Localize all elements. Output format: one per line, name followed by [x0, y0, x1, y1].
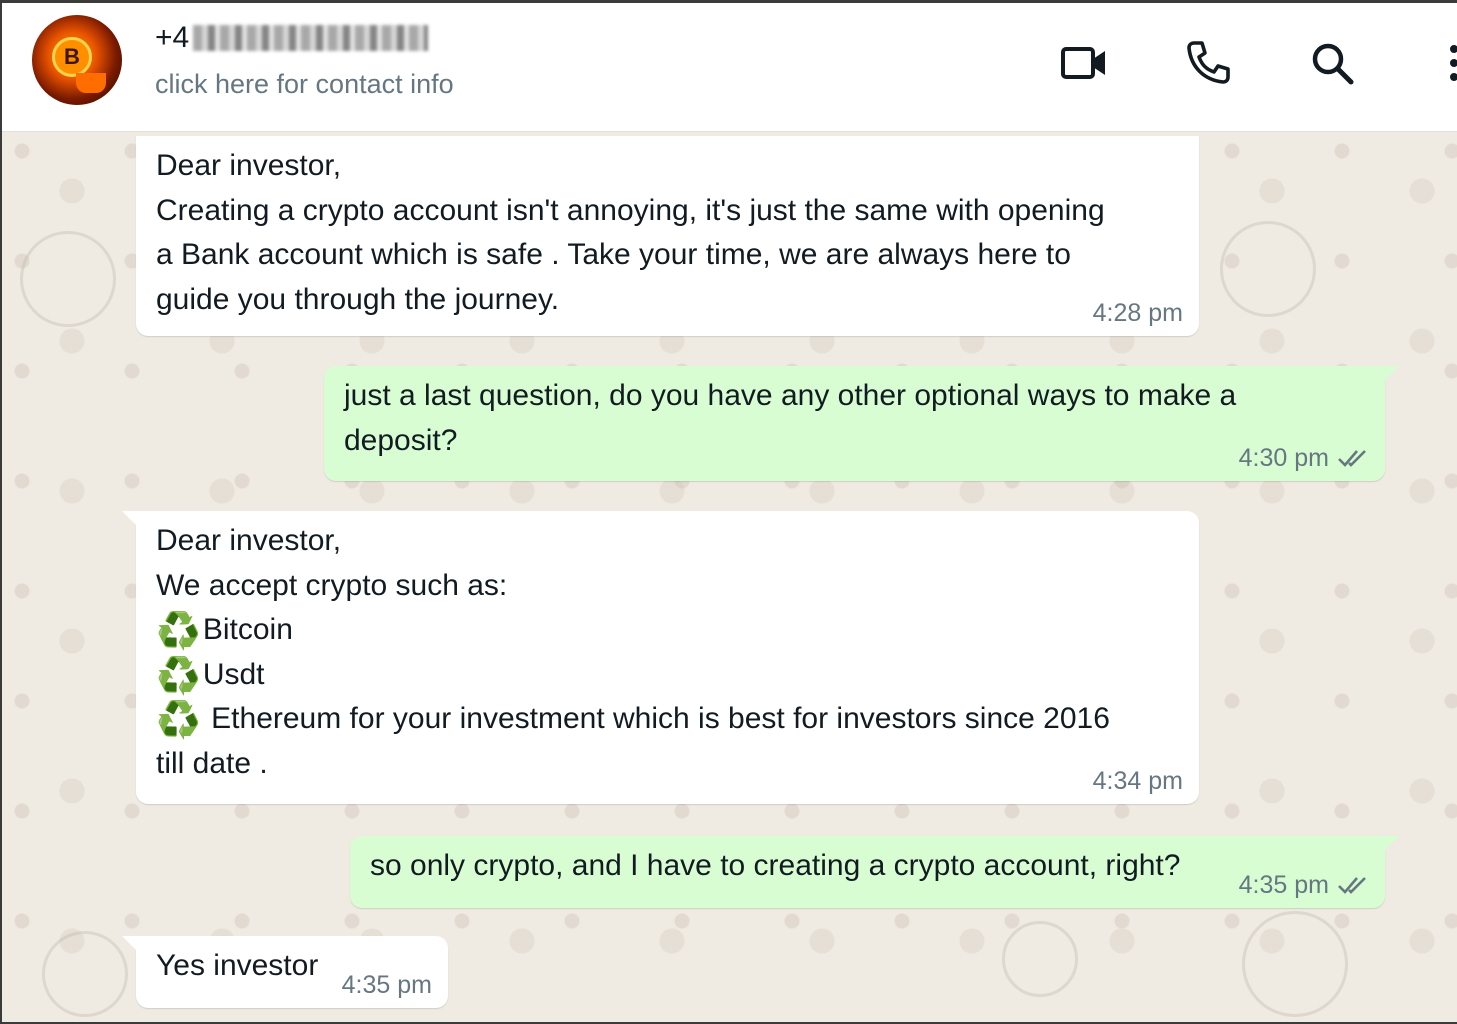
- incoming-message[interactable]: Dear investor, Creating a crypto account…: [136, 136, 1199, 336]
- message-timestamp: 4:30 pm: [1239, 443, 1369, 473]
- background-doodle: [1220, 221, 1316, 317]
- incoming-message[interactable]: Dear investor, We accept crypto such as:…: [122, 511, 1199, 804]
- message-timestamp: 4:35 pm: [1239, 870, 1369, 900]
- message-text: Creating a crypto account isn't annoying…: [156, 193, 1105, 227]
- bubble-tail: [122, 511, 138, 527]
- bitcoin-logo-icon: B: [52, 37, 92, 77]
- message-timestamp: 4:28 pm: [1092, 299, 1183, 327]
- background-doodle: [20, 231, 116, 327]
- incoming-message[interactable]: Yes investor 4:35 pm: [122, 936, 448, 1008]
- menu-icon[interactable]: [1432, 39, 1457, 87]
- background-doodle: [1002, 921, 1078, 997]
- message-text: just a last question, do you have any ot…: [344, 379, 1237, 412]
- recycle-emoji-icon: ♻️: [156, 610, 201, 651]
- message-timestamp: 4:34 pm: [1092, 767, 1183, 795]
- message-text: Dear investor,: [156, 524, 342, 557]
- message-text: guide you through the journey.: [156, 282, 560, 316]
- message-text: till date .: [156, 746, 268, 780]
- chat-message-area[interactable]: Dear investor, Creating a crypto account…: [2, 131, 1457, 1022]
- contact-phone-prefix: +4: [155, 21, 190, 54]
- contact-avatar[interactable]: B: [32, 15, 122, 105]
- contact-phone-number[interactable]: +4: [155, 21, 429, 55]
- search-icon[interactable]: [1308, 39, 1356, 87]
- voice-call-icon[interactable]: [1184, 39, 1232, 87]
- chat-header: B +4 click here for contact info: [2, 3, 1457, 132]
- message-text: Dear investor,: [156, 149, 342, 182]
- double-check-icon: [1337, 447, 1369, 469]
- outgoing-message[interactable]: just a last question, do you have any ot…: [324, 366, 1399, 481]
- bubble-tail: [122, 936, 138, 952]
- whatsapp-chat-window: B +4 click here for contact info Dear in…: [0, 0, 1457, 1024]
- double-check-icon: [1337, 874, 1369, 896]
- message-text: We accept crypto such as:: [156, 568, 508, 602]
- message-timestamp: 4:35 pm: [341, 971, 432, 999]
- background-doodle: [1242, 911, 1348, 1017]
- recycle-emoji-icon: ♻️: [156, 654, 201, 696]
- background-doodle: [42, 931, 128, 1017]
- outgoing-message[interactable]: so only crypto, and I have to creating a…: [350, 836, 1399, 908]
- message-text: a Bank account which is safe . Take your…: [156, 238, 1071, 271]
- message-text: deposit?: [344, 423, 458, 457]
- redacted-digits: [193, 25, 429, 51]
- recycle-emoji-icon: ♻️: [156, 699, 201, 740]
- contact-info-link[interactable]: click here for contact info: [155, 69, 454, 100]
- cup-icon: [76, 73, 106, 93]
- message-text: so only crypto, and I have to creating a…: [370, 849, 1181, 882]
- crypto-option-ethereum: ♻️ Ethereum for your investment which is…: [156, 699, 1110, 740]
- bubble-tail: [1383, 836, 1399, 852]
- video-call-icon[interactable]: [1060, 39, 1108, 87]
- crypto-option-bitcoin: ♻️Bitcoin: [156, 610, 293, 651]
- crypto-option-usdt: ♻️Usdt: [156, 654, 265, 696]
- bubble-tail: [1383, 366, 1399, 382]
